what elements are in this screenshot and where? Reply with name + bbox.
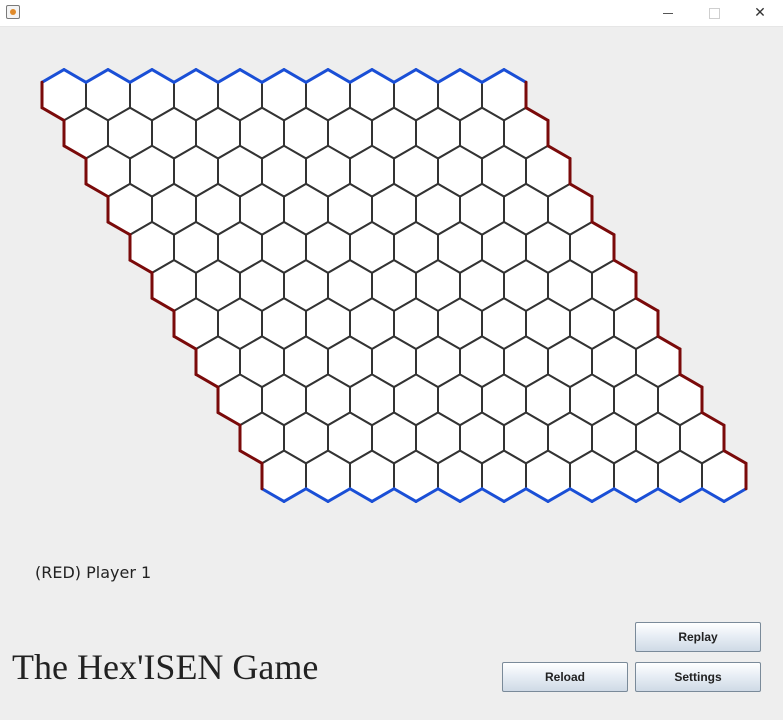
minimize-icon bbox=[663, 12, 673, 14]
hex-board bbox=[40, 68, 748, 503]
reload-button[interactable]: Reload bbox=[502, 662, 628, 692]
game-title: The Hex'ISEN Game bbox=[12, 647, 319, 687]
maximize-button[interactable] bbox=[691, 0, 737, 26]
settings-button[interactable]: Settings bbox=[635, 662, 761, 692]
minimize-button[interactable] bbox=[645, 0, 691, 26]
close-icon: ✕ bbox=[754, 5, 766, 21]
replay-button[interactable]: Replay bbox=[635, 622, 761, 652]
close-button[interactable]: ✕ bbox=[737, 0, 783, 26]
current-player-label: (RED) Player 1 bbox=[35, 563, 152, 582]
java-app-icon bbox=[6, 5, 20, 19]
maximize-icon bbox=[708, 7, 720, 19]
window-title-bar: ✕ bbox=[0, 0, 783, 27]
